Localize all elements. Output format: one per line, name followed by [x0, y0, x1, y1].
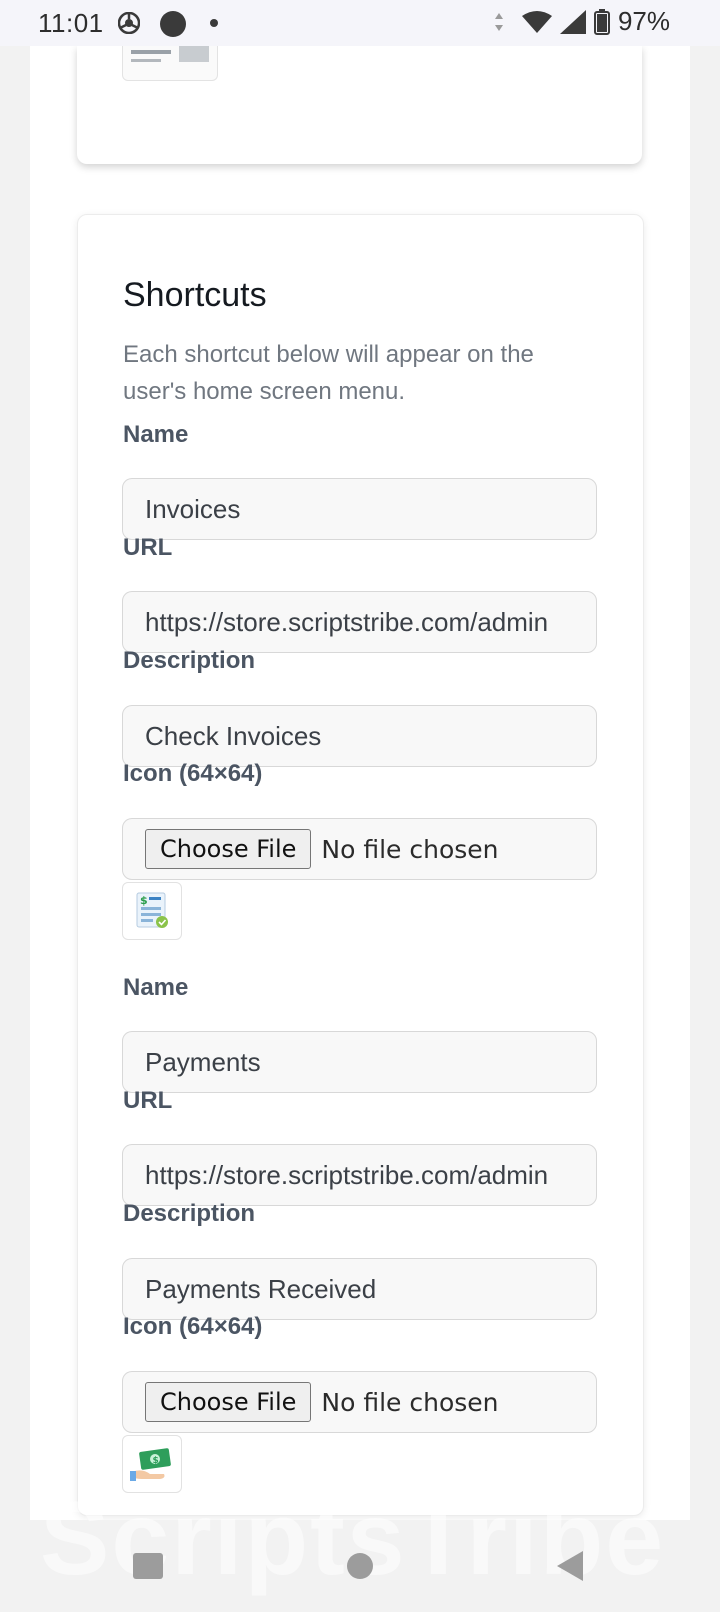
description-input[interactable]: Check Invoices	[122, 705, 597, 767]
data-arrows-icon	[494, 12, 503, 31]
section-description: Each shortcut below will appear on the u…	[123, 341, 534, 405]
chrome-icon	[118, 12, 140, 34]
description-label: Description	[123, 1200, 256, 1227]
section-title: Shortcuts	[123, 276, 267, 314]
file-status: No file chosen	[321, 834, 499, 864]
url-input[interactable]: https://store.scriptstribe.com/admin	[122, 591, 597, 653]
file-status: No file chosen	[321, 1387, 499, 1417]
name-label: Name	[123, 974, 189, 1001]
choose-file-button[interactable]: Choose File	[145, 1382, 312, 1422]
status-bar: 11:01 97%	[0, 0, 720, 46]
back-icon[interactable]	[553, 1549, 587, 1583]
home-icon[interactable]	[345, 1551, 375, 1581]
battery-percentage: 97%	[617, 6, 670, 36]
svg-text:$: $	[140, 894, 148, 907]
name-input[interactable]: Invoices	[122, 478, 597, 540]
notification-dot-icon	[210, 19, 218, 27]
svg-text:$: $	[153, 1456, 159, 1466]
icon-label: Icon (64×64)	[123, 1313, 263, 1340]
icon-label: Icon (64×64)	[123, 760, 263, 787]
notification-circle-icon	[160, 11, 186, 37]
icon-file-input[interactable]: Choose File No file chosen	[122, 818, 597, 880]
name-input[interactable]: Payments	[122, 1031, 597, 1093]
screenshot-thumbnail	[122, 46, 218, 81]
signal-icon	[559, 9, 586, 34]
status-time: 11:01	[38, 8, 104, 38]
url-label: URL	[123, 534, 173, 561]
url-label: URL	[123, 1087, 173, 1114]
battery-icon	[593, 8, 610, 35]
url-input[interactable]: https://store.scriptstribe.com/admin	[122, 1144, 597, 1206]
recent-apps-icon[interactable]	[131, 1551, 165, 1581]
name-label: Name	[123, 421, 189, 448]
invoice-icon: $	[122, 882, 182, 940]
description-input[interactable]: Payments Received	[122, 1258, 597, 1320]
icon-file-input[interactable]: Choose File No file chosen	[122, 1371, 597, 1433]
description-label: Description	[123, 647, 256, 674]
choose-file-button[interactable]: Choose File	[145, 829, 312, 869]
wifi-icon	[521, 10, 552, 33]
